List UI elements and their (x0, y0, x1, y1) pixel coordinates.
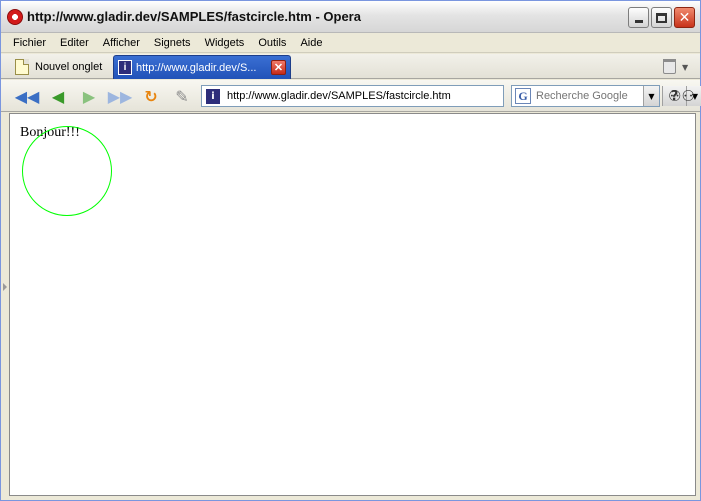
site-favicon-icon: i (206, 88, 220, 104)
browser-window: http://www.gladir.dev/SAMPLES/fastcircle… (0, 0, 701, 501)
minimize-icon (634, 20, 643, 23)
menu-widgets[interactable]: Widgets (205, 37, 245, 49)
menu-signets[interactable]: Signets (154, 37, 191, 49)
reload-button[interactable]: ↻ (139, 84, 163, 108)
address-bar[interactable]: i http://www.gladir.dev/SAMPLES/fastcirc… (201, 85, 701, 107)
page-content: Bonjour!!! (9, 113, 696, 496)
tab-active[interactable]: i http://www.gladir.dev/S... ✕ (113, 55, 291, 79)
search-input[interactable] (536, 90, 646, 102)
site-favicon-icon: i (118, 60, 132, 75)
trash-icon[interactable] (663, 59, 676, 74)
glasses-icon[interactable]: ⚇⚇ (668, 87, 695, 105)
tab-new[interactable]: Nouvel onglet (11, 55, 109, 79)
tab-active-label: http://www.gladir.dev/S... (136, 61, 257, 74)
close-window-button[interactable]: ✕ (674, 7, 695, 28)
opera-icon[interactable] (7, 9, 23, 25)
close-tab-button[interactable]: ✕ (271, 60, 286, 75)
menu-editer[interactable]: Editer (60, 37, 89, 49)
chevron-down-icon[interactable]: ▼ (682, 63, 688, 72)
search-box[interactable]: G ▼ (511, 85, 660, 107)
tab-bar: Nouvel onglet i http://www.gladir.dev/S.… (1, 54, 700, 79)
window-title: http://www.gladir.dev/SAMPLES/fastcircle… (27, 9, 361, 24)
maximize-icon (656, 12, 667, 23)
back-button[interactable]: ◀ (46, 84, 70, 108)
address-input[interactable]: http://www.gladir.dev/SAMPLES/fastcircle… (227, 90, 451, 102)
menu-fichier[interactable]: Fichier (13, 37, 46, 49)
rewind-button[interactable]: ◀◀ (15, 84, 40, 108)
panel-toggle-icon[interactable] (3, 283, 7, 291)
menu-aide[interactable]: Aide (300, 37, 322, 49)
minimize-button[interactable] (628, 7, 649, 28)
menu-outils[interactable]: Outils (258, 37, 286, 49)
menu-bar: Fichier Editer Afficher Signets Widgets … (1, 33, 700, 53)
google-icon[interactable]: G (515, 88, 531, 104)
fast-forward-button[interactable]: ▶▶ (108, 84, 133, 108)
tab-new-label: Nouvel onglet (35, 61, 103, 73)
edit-button[interactable]: ✎ (170, 84, 194, 108)
green-circle (22, 126, 112, 216)
forward-button[interactable]: ▶ (77, 84, 101, 108)
close-icon: ✕ (678, 9, 691, 26)
new-page-icon (15, 59, 29, 75)
maximize-button[interactable] (651, 7, 672, 28)
search-dropdown-button[interactable]: ▼ (643, 86, 659, 106)
menu-afficher[interactable]: Afficher (103, 37, 140, 49)
title-bar[interactable]: http://www.gladir.dev/SAMPLES/fastcircle… (1, 1, 700, 33)
